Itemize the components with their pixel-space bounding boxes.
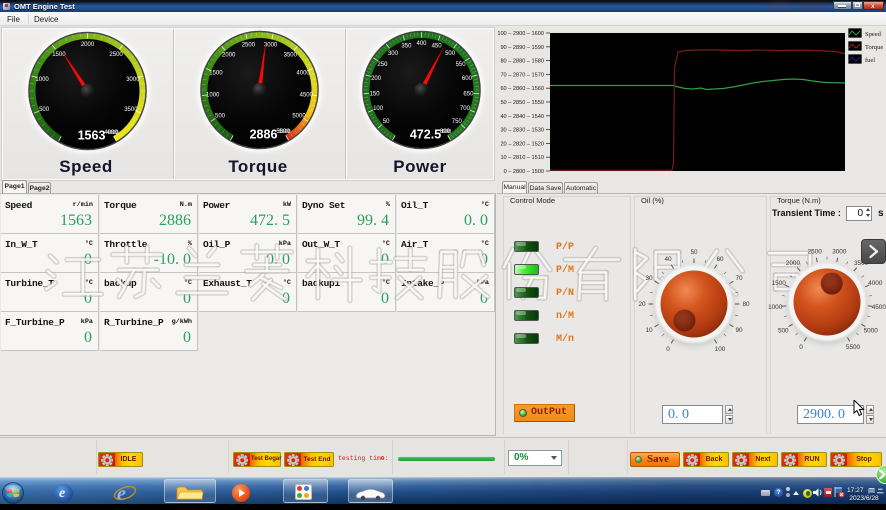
svg-text:80: 80 [742, 301, 750, 308]
svg-text:30: 30 [645, 275, 653, 282]
svg-text:1500: 1500 [772, 280, 787, 287]
svg-text:3000: 3000 [832, 249, 847, 256]
svg-text:500: 500 [778, 327, 789, 334]
svg-text:0: 0 [666, 346, 670, 353]
svg-text:0: 0 [799, 344, 803, 351]
svg-text:50: 50 [690, 249, 698, 256]
svg-text:2000: 2000 [786, 260, 801, 267]
svg-text:40: 40 [664, 256, 672, 263]
svg-text:90: 90 [735, 327, 743, 334]
svg-text:60: 60 [716, 256, 724, 263]
svg-text:5500: 5500 [846, 344, 861, 351]
svg-text:2500: 2500 [808, 249, 823, 256]
svg-text:4500: 4500 [872, 304, 886, 311]
svg-text:100: 100 [715, 346, 726, 353]
svg-text:1000: 1000 [768, 304, 783, 311]
svg-text:70: 70 [735, 275, 743, 282]
svg-text:10: 10 [645, 327, 653, 334]
svg-text:5000: 5000 [864, 327, 879, 334]
svg-text:e: e [117, 483, 126, 504]
svg-text:4000: 4000 [868, 280, 883, 287]
svg-text:20: 20 [638, 301, 646, 308]
